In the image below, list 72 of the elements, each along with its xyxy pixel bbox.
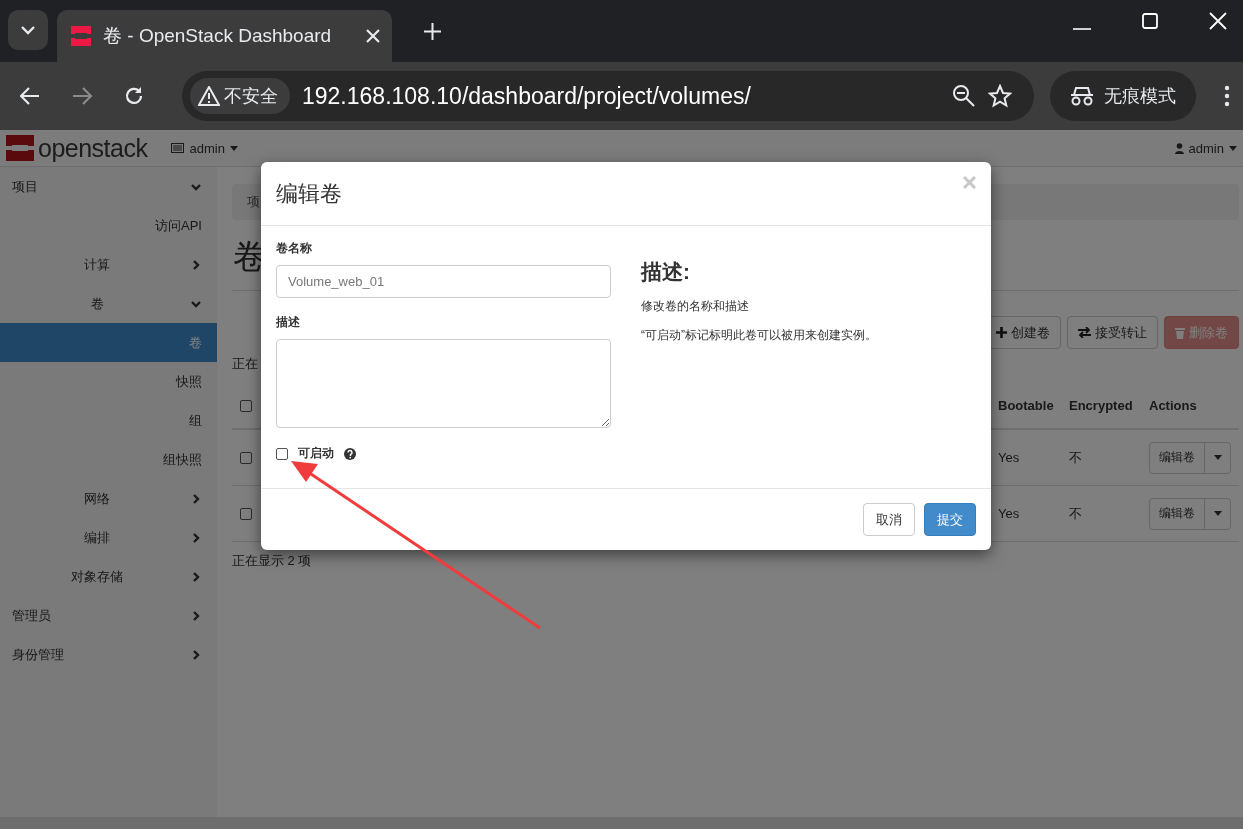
field-label: 描述 <box>276 314 301 331</box>
caret-icon <box>229 145 238 151</box>
breadcrumb-link[interactable]: 项 <box>247 193 261 211</box>
swap-arrows-icon <box>1078 327 1091 338</box>
forward-icon[interactable] <box>72 87 92 105</box>
caret-icon <box>1229 145 1237 151</box>
table-cell-text: 不 <box>1069 504 1083 523</box>
help-text: “可启动”标记标明此卷可以被用来创建实例。 <box>641 327 878 344</box>
tab-list-button[interactable] <box>8 10 48 50</box>
bootable-checkbox[interactable] <box>276 447 288 460</box>
close-icon[interactable] <box>366 29 380 43</box>
status-text: 正在 <box>232 355 258 373</box>
user-icon <box>1174 142 1184 154</box>
caret-icon <box>1213 511 1222 516</box>
sidebar-item[interactable]: 编排 <box>0 518 217 557</box>
sidebar-item[interactable]: 项目 <box>0 167 217 206</box>
row-checkbox[interactable] <box>240 451 252 464</box>
transfer-button[interactable]: 接受转让 <box>1067 316 1158 349</box>
sidebar-item[interactable]: 对象存储 <box>0 557 217 596</box>
submit-button[interactable]: 提交 <box>924 503 976 536</box>
tab-title: 卷 - OpenStack Dashboard <box>103 24 333 48</box>
select-all-checkbox[interactable] <box>240 399 252 412</box>
sidebar-item[interactable]: 卷 <box>0 284 217 323</box>
table-cell-text: 不 <box>1069 448 1083 467</box>
zoom-icon[interactable] <box>952 84 976 108</box>
star-icon[interactable] <box>988 84 1012 108</box>
dialog-title: 编辑卷 <box>276 179 342 208</box>
sidebar-item[interactable]: 组 <box>0 401 217 440</box>
sidebar-item[interactable]: 计算 <box>0 245 217 284</box>
chevron-down-icon <box>21 25 35 35</box>
sidebar-item[interactable]: 管理员 <box>0 596 217 635</box>
field-label: 卷名称 <box>276 240 313 257</box>
openstack-logo-icon <box>6 135 34 161</box>
menu-icon[interactable] <box>1224 85 1230 107</box>
url-text: 192.168.108.10/dashboard/project/volumes/ <box>302 82 752 110</box>
security-chip[interactable]: 不安全 <box>190 78 290 114</box>
column-header: Encrypted <box>1069 398 1134 413</box>
description-input[interactable] <box>276 339 611 428</box>
sidebar-item[interactable]: 组快照 <box>0 440 217 479</box>
table-cell-text: Yes <box>998 506 1021 521</box>
address-bar[interactable]: 不安全 192.168.108.10/dashboard/project/volumes/ <box>182 71 1034 121</box>
sidebar-item[interactable]: 网络 <box>0 479 217 518</box>
checkbox-label: 可启动 <box>298 445 334 462</box>
incognito-icon <box>1070 86 1094 106</box>
openstack-logo-icon <box>69 24 93 48</box>
help-heading: 描述: <box>641 259 691 285</box>
back-icon[interactable] <box>20 87 40 105</box>
sidebar-item[interactable]: 卷 <box>0 323 217 362</box>
cancel-button[interactable]: 取消 <box>863 503 915 536</box>
row-checkbox[interactable] <box>240 507 252 520</box>
server-icon <box>171 143 185 153</box>
warning-icon <box>198 86 220 106</box>
brand-name: openstack <box>38 133 148 163</box>
column-header: Bootable <box>998 398 1055 413</box>
incognito-button[interactable]: 无痕模式 <box>1050 71 1196 121</box>
help-text: 修改卷的名称和描述 <box>641 298 750 315</box>
project-dropdown[interactable]: admin <box>171 140 238 156</box>
reload-icon[interactable] <box>124 86 144 106</box>
help-icon[interactable] <box>344 447 356 460</box>
sidebar-item[interactable]: 身份管理 <box>0 635 217 674</box>
caret-icon <box>1213 455 1222 460</box>
user-dropdown[interactable]: admin <box>1174 140 1237 156</box>
sidebar-item[interactable]: 快照 <box>0 362 217 401</box>
name-input[interactable]: Volume_web_01 <box>276 265 611 298</box>
column-header: Actions <box>1149 398 1198 413</box>
plus-icon <box>996 327 1007 338</box>
maximize-icon[interactable] <box>1141 12 1159 30</box>
item-count-text: 正在显示 2 项 <box>232 552 313 570</box>
browser-tab[interactable]: 卷 - OpenStack Dashboard <box>57 10 392 62</box>
table-cell-text: Yes <box>998 450 1021 465</box>
new-tab-icon[interactable] <box>424 22 441 40</box>
sidebar-item[interactable]: 访问API <box>0 206 217 245</box>
